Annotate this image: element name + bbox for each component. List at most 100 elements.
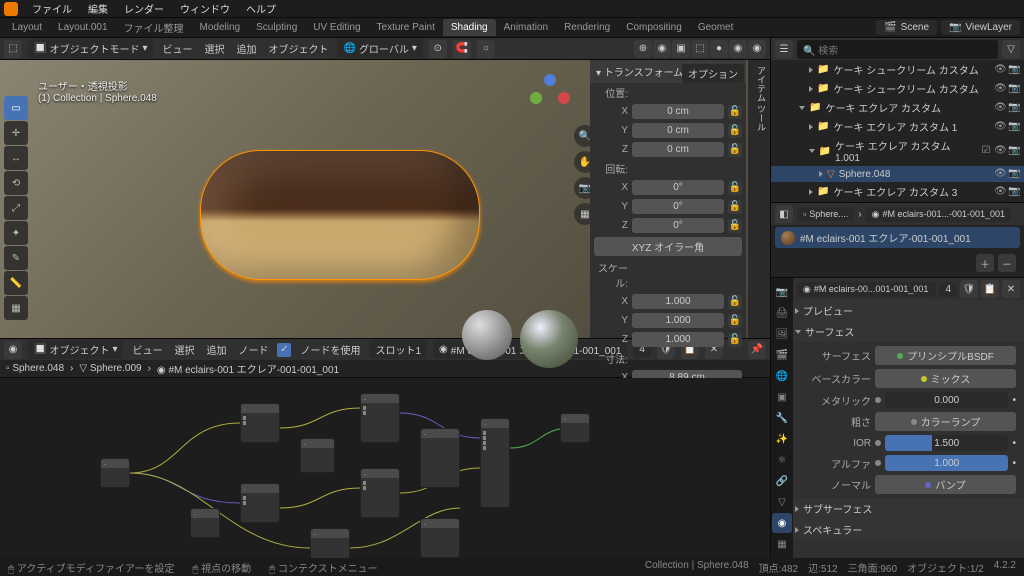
shader-node[interactable]: . <box>240 483 280 523</box>
ne-menu-view[interactable]: ビュー <box>129 342 165 357</box>
outliner-item[interactable]: 📁ケーキ エクレア カスタム 3👁📷 <box>771 182 1024 201</box>
material-name-field[interactable]: ◉ #M eclairs-00...001-001_001 <box>797 282 936 297</box>
rot-z-input[interactable]: 0° <box>632 218 724 233</box>
snap-icon[interactable]: 🧲 <box>453 40 471 58</box>
breadcrumb-item[interactable]: ▽ Sphere.009 <box>79 363 141 374</box>
shading-wire-icon[interactable]: ⬚ <box>691 40 709 58</box>
fake-user-icon[interactable]: 🛡 <box>960 280 978 298</box>
orientation-selector[interactable]: 🌐 グローバル ▾ <box>337 39 422 58</box>
menu-render[interactable]: レンダー <box>116 1 172 16</box>
disclosure-icon[interactable] <box>799 106 805 110</box>
render-visibility-icon[interactable]: 📷 <box>1008 83 1020 95</box>
3d-viewport[interactable]: ▭ ✛ ↔ ⟲ ⤢ ✦ ✎ 📏 ▦ ユーザー・透視投影 (1) Collecti… <box>0 60 770 338</box>
tool-measure[interactable]: 📏 <box>4 271 28 295</box>
workspace-tab[interactable]: Geomet <box>690 19 742 36</box>
prop-tab-texture[interactable]: ▦ <box>772 534 792 554</box>
tool-cursor[interactable]: ✛ <box>4 121 28 145</box>
outliner-item[interactable]: 📁ケーキ エクレア カスタム 1.001☑👁📷 <box>771 136 1024 166</box>
shader-node[interactable]: . <box>420 518 460 558</box>
outliner-search[interactable]: 🔍 検索 <box>797 40 998 59</box>
ne-menu-node[interactable]: ノード <box>235 342 271 357</box>
editor-type-icon[interactable]: ⬚ <box>4 40 22 58</box>
scale-x-input[interactable]: 1.000 <box>632 294 724 309</box>
outliner-item[interactable]: 📁ケーキ エクレア カスタム 1👁📷 <box>771 117 1024 136</box>
editor-type-icon[interactable]: ◉ <box>4 341 22 359</box>
lock-icon[interactable]: 🔓 <box>728 124 742 138</box>
exclude-checkbox[interactable]: ☑ <box>980 145 992 157</box>
pos-y-input[interactable]: 0 cm <box>632 123 724 138</box>
render-visibility-icon[interactable]: 📷 <box>1008 145 1020 157</box>
workspace-tab[interactable]: Compositing <box>618 19 690 36</box>
lock-icon[interactable]: 🔓 <box>728 143 742 157</box>
tool-transform[interactable]: ✦ <box>4 221 28 245</box>
shader-node[interactable]: . <box>420 428 460 488</box>
menu-file[interactable]: ファイル <box>24 1 80 16</box>
visibility-icon[interactable]: 👁 <box>994 145 1006 157</box>
options-dropdown[interactable]: オプション <box>682 64 744 83</box>
proportional-icon[interactable]: ○ <box>477 40 495 58</box>
outliner-item[interactable]: 📁ケーキ シュークリーム カスタム👁📷 <box>771 79 1024 98</box>
ne-menu-add[interactable]: 追加 <box>203 342 229 357</box>
tool-addcube[interactable]: ▦ <box>4 296 28 320</box>
lock-icon[interactable]: 🔓 <box>728 314 742 328</box>
workspace-tab[interactable]: Sculpting <box>248 19 305 36</box>
render-visibility-icon[interactable]: 📷 <box>1008 121 1020 133</box>
vp-menu-select[interactable]: 選択 <box>201 41 227 56</box>
workspace-tab[interactable]: Layout <box>4 19 50 36</box>
workspace-tab[interactable]: UV Editing <box>305 19 368 36</box>
lock-icon[interactable]: 🔓 <box>728 295 742 309</box>
workspace-tab[interactable]: Modeling <box>192 19 249 36</box>
use-nodes-checkbox[interactable]: ✓ <box>277 343 291 357</box>
filter-icon[interactable]: ▽ <box>1002 40 1020 58</box>
shader-node[interactable]: . <box>310 528 350 558</box>
shader-node[interactable]: . <box>360 393 400 443</box>
axis-y-icon[interactable] <box>530 92 542 104</box>
basecolor-select[interactable]: ミックス <box>875 369 1016 388</box>
outliner-item[interactable]: ▽Sphere.048👁📷 <box>771 166 1024 182</box>
disclosure-icon[interactable] <box>809 124 813 130</box>
pin-icon[interactable]: 📌 <box>748 341 766 359</box>
prop-tab-mesh[interactable]: ▽ <box>772 492 792 512</box>
tool-move[interactable]: ↔ <box>4 146 28 170</box>
disclosure-icon[interactable] <box>809 86 813 92</box>
xray-icon[interactable]: ▣ <box>672 40 690 58</box>
sidebar-tabs[interactable]: アイテム ツール <box>748 60 770 338</box>
visibility-icon[interactable]: 👁 <box>994 121 1006 133</box>
pivot-icon[interactable]: ⊙ <box>429 40 447 58</box>
section-subsurface[interactable]: サブサーフェス <box>793 498 1024 519</box>
material-slot[interactable]: #M eclairs-001 エクレア-001-001_001 <box>775 227 1020 248</box>
shader-node[interactable]: . <box>560 413 590 443</box>
menu-window[interactable]: ウィンドウ <box>172 1 238 16</box>
prop-tab-modifier[interactable]: 🔧 <box>772 408 792 428</box>
remove-slot-icon[interactable]: － <box>998 254 1016 272</box>
metallic-slider[interactable]: 0.000 <box>885 392 1008 408</box>
tool-annotate[interactable]: ✎ <box>4 246 28 270</box>
shading-rendered-icon[interactable]: ◉ <box>748 40 766 58</box>
ne-menu-select[interactable]: 選択 <box>171 342 197 357</box>
slot-selector[interactable]: スロット1 <box>369 340 427 359</box>
pos-z-input[interactable]: 0 cm <box>632 142 724 157</box>
rotation-mode-select[interactable]: XYZ オイラー角 <box>594 237 742 256</box>
render-visibility-icon[interactable]: 📷 <box>1008 186 1020 198</box>
roughness-select[interactable]: カラーランプ <box>875 412 1016 431</box>
lock-icon[interactable]: 🔓 <box>728 181 742 195</box>
mode-selector[interactable]: 🔲 オブジェクトモード ▾ <box>28 39 153 58</box>
new-mat-icon[interactable]: 📋 <box>981 280 999 298</box>
prop-tab-scene[interactable]: 🎬 <box>772 345 792 365</box>
menu-edit[interactable]: 編集 <box>80 1 116 16</box>
tool-select-box[interactable]: ▭ <box>4 96 28 120</box>
disclosure-icon[interactable] <box>809 149 815 153</box>
breadcrumb-item[interactable]: ▫ Sphere.048 <box>6 363 64 374</box>
axis-z-icon[interactable] <box>544 74 556 86</box>
workspace-tab[interactable]: Texture Paint <box>369 19 443 36</box>
node-editor-canvas[interactable]: . . . . . . . . . . . . <box>0 378 770 558</box>
prop-tab-viewlayer[interactable]: 🖼 <box>772 324 792 344</box>
prop-tab-world[interactable]: 🌐 <box>772 366 792 386</box>
lock-icon[interactable]: 🔓 <box>728 105 742 119</box>
scale-y-input[interactable]: 1.000 <box>632 313 724 328</box>
ior-slider[interactable]: 1.500 <box>885 435 1008 451</box>
scene-selector[interactable]: 🎬 Scene <box>876 20 937 35</box>
shader-node[interactable]: . <box>360 468 400 518</box>
rot-x-input[interactable]: 0° <box>632 180 724 195</box>
prop-tab-particle[interactable]: ✨ <box>772 429 792 449</box>
